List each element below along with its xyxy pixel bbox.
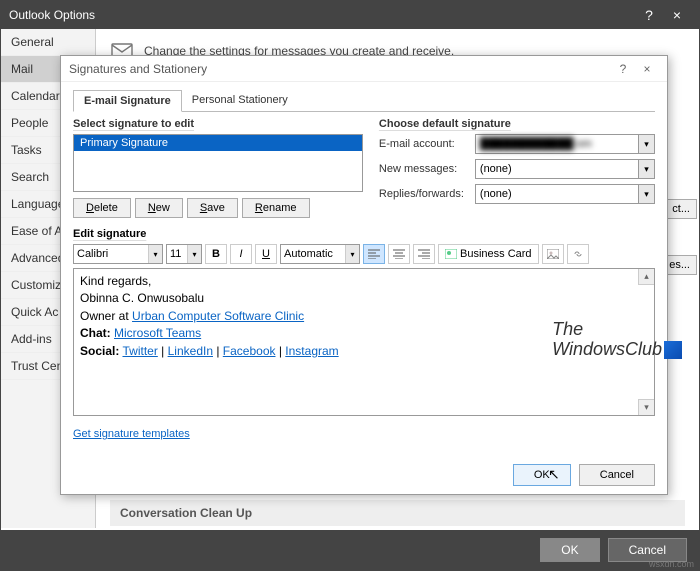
editor-toolbar: Calibri▾ 11▾ B I U Automatic▾ Business C… [73, 244, 655, 264]
options-title: Outlook Options [9, 8, 95, 22]
underline-button[interactable]: U [255, 244, 277, 264]
signature-editor[interactable]: ▴ Kind regards, Obinna C. Onwusobalu Own… [73, 268, 655, 416]
chevron-down-icon[interactable]: ▾ [148, 245, 162, 263]
options-titlebar: Outlook Options ? × [1, 1, 699, 29]
editor-line: Owner at Urban Computer Software Clinic [80, 308, 648, 325]
align-right-button[interactable] [413, 244, 435, 264]
link-instagram[interactable]: Instagram [285, 344, 338, 358]
scroll-down-icon[interactable]: ▾ [638, 399, 654, 415]
rename-button[interactable]: Rename [242, 198, 310, 218]
replies-label: Replies/forwards: [379, 188, 475, 200]
italic-button[interactable]: I [230, 244, 252, 264]
link-linkedin[interactable]: LinkedIn [168, 344, 213, 358]
fontcolor-combo[interactable]: Automatic▾ [280, 244, 360, 264]
business-card-button[interactable]: Business Card [438, 244, 539, 264]
chevron-down-icon[interactable]: ▾ [638, 135, 654, 153]
font-combo[interactable]: Calibri▾ [73, 244, 163, 264]
help-icon[interactable]: ? [635, 7, 663, 23]
dialog-footer: OK Cancel [513, 464, 655, 486]
delete-button[interactable]: Delete [73, 198, 131, 218]
save-button[interactable]: Save [187, 198, 238, 218]
dialog-ok-button[interactable]: OK [513, 464, 571, 486]
scroll-up-icon[interactable]: ▴ [638, 269, 654, 285]
bold-button[interactable]: B [205, 244, 227, 264]
editor-line: Chat: Microsoft Teams [80, 325, 648, 342]
tab-personal-stationery[interactable]: Personal Stationery [182, 90, 298, 111]
email-account-combo[interactable]: ████████████:om▾ [475, 134, 655, 154]
link-clinic[interactable]: Urban Computer Software Clinic [132, 309, 304, 323]
card-icon [445, 249, 457, 259]
chevron-down-icon[interactable]: ▾ [345, 245, 359, 263]
dialog-titlebar: Signatures and Stationery ? × [61, 56, 667, 82]
dialog-cancel-button[interactable]: Cancel [579, 464, 655, 486]
signature-list[interactable]: Primary Signature [73, 134, 363, 192]
replies-combo[interactable]: (none)▾ [475, 184, 655, 204]
chevron-down-icon[interactable]: ▾ [638, 185, 654, 203]
templates-link[interactable]: Get signature templates [73, 428, 190, 440]
link-teams[interactable]: Microsoft Teams [114, 326, 201, 340]
editor-line: Kind regards, [80, 273, 648, 290]
align-center-button[interactable] [388, 244, 410, 264]
dialog-tabs: E-mail Signature Personal Stationery [73, 90, 655, 112]
sidebar-item-general[interactable]: General [1, 29, 95, 56]
editor-line: Social: Twitter | LinkedIn | Facebook | … [80, 343, 648, 360]
chevron-down-icon[interactable]: ▾ [638, 160, 654, 178]
fontsize-combo[interactable]: 11▾ [166, 244, 202, 264]
credit-text: wsxdn.com [649, 559, 694, 569]
insert-picture-button[interactable] [542, 244, 564, 264]
signatures-dialog: Signatures and Stationery ? × E-mail Sig… [60, 55, 668, 495]
link-facebook[interactable]: Facebook [223, 344, 276, 358]
insert-link-button[interactable] [567, 244, 589, 264]
tab-email-signature[interactable]: E-mail Signature [73, 90, 182, 112]
conversation-cleanup-header: Conversation Clean Up [110, 500, 685, 526]
align-left-button[interactable] [363, 244, 385, 264]
dialog-help-icon[interactable]: ? [611, 62, 635, 76]
new-messages-label: New messages: [379, 163, 475, 175]
options-footer: OK Cancel [1, 530, 699, 570]
link-twitter[interactable]: Twitter [122, 344, 157, 358]
defaults-label: Choose default signature [379, 118, 655, 130]
side-button-1[interactable]: ct... [665, 199, 697, 219]
email-account-label: E-mail account: [379, 138, 475, 150]
editor-line: Obinna C. Onwusobalu [80, 290, 648, 307]
dialog-title: Signatures and Stationery [69, 62, 207, 76]
signature-item-primary[interactable]: Primary Signature [74, 135, 362, 151]
close-icon[interactable]: × [663, 7, 691, 23]
new-button[interactable]: New [135, 198, 183, 218]
edit-signature-label: Edit signature [73, 228, 655, 240]
new-messages-combo[interactable]: (none)▾ [475, 159, 655, 179]
chevron-down-icon[interactable]: ▾ [187, 245, 201, 263]
select-signature-label: Select signature to edit [73, 118, 363, 130]
dialog-close-icon[interactable]: × [635, 62, 659, 76]
options-ok-button[interactable]: OK [540, 538, 599, 562]
